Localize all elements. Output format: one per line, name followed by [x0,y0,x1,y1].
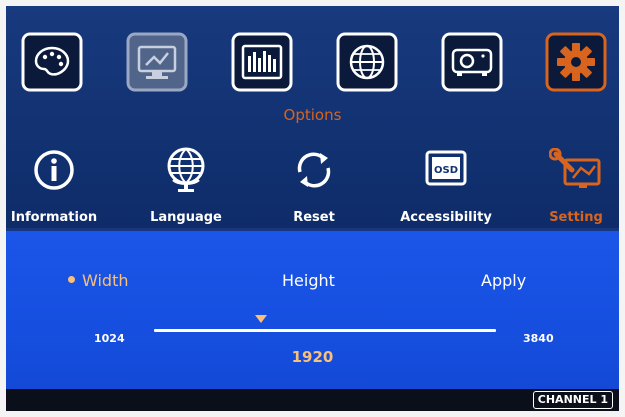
main-menu-gear[interactable] [545,32,607,92]
wrench-icon [549,148,601,188]
submenu-item-language[interactable]: Language [126,147,246,228]
tab-height[interactable]: Height [282,271,335,290]
projector-icon [441,32,503,92]
setting-panel: Width Height Apply 1024 3840 1920 [6,231,619,389]
status-bar: CHANNEL 1 [6,389,619,411]
equalizer-icon [231,32,293,92]
gear-icon [545,32,607,92]
globe-icon [167,147,205,192]
submenu-item-setting[interactable]: Setting [516,148,619,228]
selected-dot-icon [68,276,75,283]
info-icon [34,150,74,190]
section-title: Options [283,106,342,124]
tab-height-label: Height [282,271,335,290]
osd-screen: Options Information Language Reset OSD A… [6,6,619,411]
submenu-label-information: Information [10,210,98,225]
width-slider-track[interactable] [154,329,496,332]
globe-icon [336,32,398,92]
submenu-label-setting: Setting [549,210,603,225]
submenu-item-information[interactable]: Information [6,148,114,228]
submenu-label-language: Language [150,210,222,225]
main-menu-globe[interactable] [336,32,398,92]
submenu-item-accessibility[interactable]: OSD Accessibility [386,148,506,228]
submenu-item-reset[interactable]: Reset [254,148,374,228]
slider-current-value: 1920 [291,348,334,366]
tab-apply-label: Apply [481,271,527,290]
main-menu-palette[interactable] [21,32,83,92]
submenu-label-reset: Reset [293,210,335,225]
tab-width-label: Width [82,271,129,290]
menu-panel: Options Information Language Reset OSD A… [6,6,619,228]
slider-max-value: 3840 [523,332,554,345]
tab-apply[interactable]: Apply [481,271,526,290]
reset-icon [297,152,331,188]
channel-badge: CHANNEL 1 [532,391,613,409]
main-menu-monitor-settings[interactable] [126,32,188,92]
osd-icon-text: OSD [434,165,458,176]
main-menu-projector[interactable] [441,32,503,92]
tab-width[interactable]: Width [68,271,128,290]
slider-min-value: 1024 [94,332,125,345]
submenu-label-accessibility: Accessibility [400,210,492,225]
osd-icon: OSD [425,150,467,186]
monitor-settings-icon [126,32,188,92]
slider-thumb-triangle-icon[interactable] [254,314,268,324]
palette-icon [21,32,83,92]
main-menu-equalizer[interactable] [231,32,293,92]
